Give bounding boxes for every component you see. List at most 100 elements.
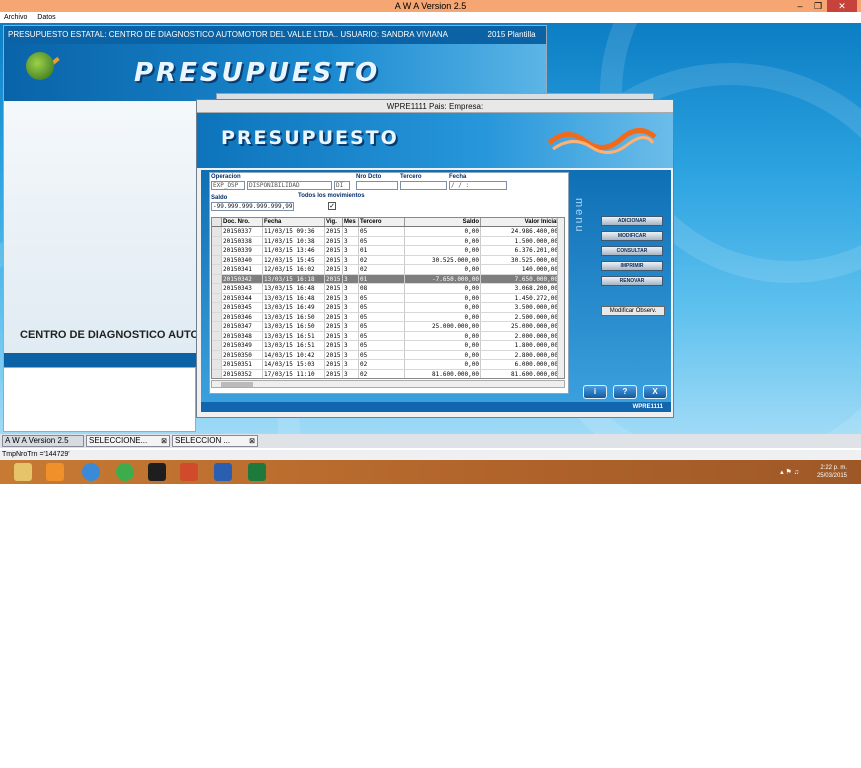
cell-valor: 30.525.000,00	[481, 255, 560, 264]
table-row[interactable]: 20150343 13/03/15 16:48 2015 3 08 0,00 3.068.2…	[212, 284, 564, 294]
row-indicator[interactable]	[212, 284, 222, 293]
app-title-bar: A W A Version 2.5 – ❐ ✕	[0, 0, 861, 12]
row-indicator[interactable]	[212, 265, 222, 274]
saldo-field[interactable]: -99.999.999.999.999,99	[211, 202, 294, 211]
close-icon[interactable]: ✕	[827, 0, 857, 12]
system-tray[interactable]: ▴ ⚑ ♫	[780, 468, 799, 476]
grid-header-tercero[interactable]: Tercero	[359, 218, 405, 226]
table-row[interactable]: 20150339 11/03/15 13:46 2015 3 01 0,00 6.376.2…	[212, 246, 564, 256]
row-indicator[interactable]	[212, 255, 222, 264]
row-indicator[interactable]	[212, 293, 222, 302]
grid-header-doc[interactable]: Doc. Nro.	[222, 218, 263, 226]
os-taskbar: ▴ ⚑ ♫ 2:22 p. m. 25/03/2015	[0, 460, 861, 484]
row-indicator[interactable]	[212, 236, 222, 245]
chrome-icon[interactable]	[116, 463, 134, 481]
table-row[interactable]: 20150342 13/03/15 16:18 2015 3 01 -7.650.000,…	[212, 274, 564, 284]
info-button[interactable]: i	[583, 385, 607, 399]
grid-header-mes[interactable]: Mes	[343, 218, 359, 226]
cell-doc: 20150350	[222, 350, 263, 359]
awa-app-icon[interactable]	[180, 463, 198, 481]
cell-doc: 20150337	[222, 227, 263, 236]
table-row[interactable]: 20150341 12/03/15 16:02 2015 3 02 0,00 140.000…	[212, 265, 564, 275]
clock-date: 25/03/2015	[816, 473, 847, 479]
table-row[interactable]: 20150349 13/03/15 16:51 2015 3 05 0,00 1.800.0…	[212, 341, 564, 351]
row-indicator[interactable]	[212, 312, 222, 321]
grid-header-valor[interactable]: Valor Inicial	[481, 218, 560, 226]
task-awa[interactable]: A W A Version 2.5	[2, 435, 84, 447]
table-row[interactable]: 20150340 12/03/15 15:45 2015 3 02 30.525.000,…	[212, 255, 564, 265]
todos-movimientos-checkbox[interactable]: ✓	[328, 202, 336, 210]
cell-fecha: 13/03/15 16:50	[263, 312, 325, 321]
help-button[interactable]: ?	[613, 385, 637, 399]
table-row[interactable]: 20150348 13/03/15 16:51 2015 3 05 0,00 2.000.0…	[212, 331, 564, 341]
internet-explorer-icon[interactable]	[82, 463, 100, 481]
table-row[interactable]: 20150351 14/03/15 15:03 2015 3 02 0,00 6.000.0…	[212, 360, 564, 370]
cell-vig: 2015	[325, 369, 343, 378]
grid-header-vig[interactable]: Vig.	[325, 218, 343, 226]
imprimir-button[interactable]: IMPRIMIR	[601, 261, 663, 271]
grid-vertical-scrollbar[interactable]	[557, 218, 564, 378]
cell-valor: 6.376.201,00	[481, 246, 560, 255]
close-icon[interactable]: ⊠	[161, 437, 167, 447]
menu-archivo[interactable]: Archivo	[4, 14, 27, 21]
adicionar-button[interactable]: ADICIONAR	[601, 216, 663, 226]
outlook-icon[interactable]	[46, 463, 64, 481]
fecha-field[interactable]: / / :	[449, 181, 507, 190]
scroll-thumb[interactable]	[221, 382, 253, 387]
task-seleccione-1[interactable]: SELECCIONE... ⊠	[86, 435, 170, 447]
row-indicator[interactable]	[212, 322, 222, 331]
grid-header-saldo[interactable]: Saldo	[405, 218, 481, 226]
row-indicator[interactable]	[212, 350, 222, 359]
row-indicator[interactable]	[212, 369, 222, 378]
nro-dcto-field[interactable]	[356, 181, 398, 190]
cell-fecha: 17/03/15 11:10	[263, 369, 325, 378]
table-row[interactable]: 20150345 13/03/15 16:49 2015 3 05 0,00 3.500.0…	[212, 303, 564, 313]
row-indicator[interactable]	[212, 274, 222, 283]
table-row[interactable]: 20150346 13/03/15 16:50 2015 3 05 0,00 2.500.0…	[212, 312, 564, 322]
cell-fecha: 12/03/15 15:45	[263, 255, 325, 264]
modificar-button[interactable]: MODIFICAR	[601, 231, 663, 241]
row-indicator[interactable]	[212, 246, 222, 255]
operacion-code-field[interactable]: EXP_DSP	[211, 181, 245, 190]
close-icon[interactable]: ⊠	[249, 437, 255, 447]
clock: 2:22 p. m. 25/03/2015	[817, 464, 847, 480]
renovar-button[interactable]: RENOVAR	[601, 276, 663, 286]
table-row[interactable]: 20150337 11/03/15 09:36 2015 3 05 0,00 24.986.…	[212, 227, 564, 237]
cell-mes: 3	[343, 341, 359, 350]
excel-icon[interactable]	[248, 463, 266, 481]
table-row[interactable]: 20150344 13/03/15 16:48 2015 3 05 0,00 1.450.2…	[212, 293, 564, 303]
restore-icon[interactable]: ❐	[809, 0, 827, 12]
task-seleccione-2-label: SELECCION ...	[175, 436, 231, 445]
tercero-field[interactable]	[400, 181, 447, 190]
cell-valor: 2.500.000,00	[481, 312, 560, 321]
modificar-observ-button[interactable]: Modificar Observ.	[601, 306, 665, 316]
table-row[interactable]: 20150350 14/03/15 10:42 2015 3 05 0,00 2.800.0…	[212, 350, 564, 360]
cell-tercero: 08	[359, 284, 405, 293]
cell-valor: 25.000.000,00	[481, 322, 560, 331]
minimize-icon[interactable]: –	[791, 0, 809, 12]
cell-vig: 2015	[325, 227, 343, 236]
cell-tercero: 05	[359, 331, 405, 340]
cell-valor: 1.500.000,00	[481, 236, 560, 245]
row-indicator[interactable]	[212, 227, 222, 236]
cell-fecha: 11/03/15 10:38	[263, 236, 325, 245]
table-row[interactable]: 20150347 13/03/15 16:50 2015 3 05 25.000.000,…	[212, 322, 564, 332]
row-indicator[interactable]	[212, 360, 222, 369]
task-seleccione-2[interactable]: SELECCION ... ⊠	[172, 435, 258, 447]
exit-button[interactable]: X	[643, 385, 667, 399]
file-explorer-icon[interactable]	[14, 463, 32, 481]
grid-header-fecha[interactable]: Fecha	[263, 218, 325, 226]
menu-datos[interactable]: Datos	[37, 14, 55, 21]
terminal-icon[interactable]	[148, 463, 166, 481]
row-indicator[interactable]	[212, 331, 222, 340]
table-row[interactable]: 20150352 17/03/15 11:10 2015 3 02 81.600.000,…	[212, 369, 564, 378]
cell-mes: 3	[343, 322, 359, 331]
back-window-title-right: 2015 Plantilla ...	[487, 30, 536, 57]
table-row[interactable]: 20150338 11/03/15 10:38 2015 3 05 0,00 1.500.0…	[212, 236, 564, 246]
grid-horizontal-scrollbar[interactable]	[211, 380, 565, 388]
cell-doc: 20150347	[222, 322, 263, 331]
row-indicator[interactable]	[212, 341, 222, 350]
consultar-button[interactable]: CONSULTAR	[601, 246, 663, 256]
row-indicator[interactable]	[212, 303, 222, 312]
word-icon[interactable]	[214, 463, 232, 481]
